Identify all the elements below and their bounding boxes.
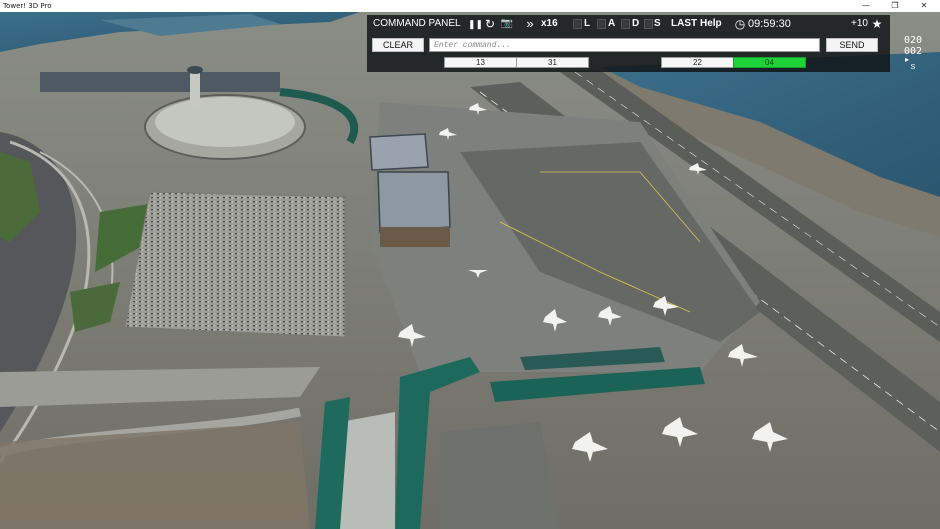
toggle-box-a[interactable] — [597, 19, 606, 29]
compass-south-label: S — [910, 64, 916, 71]
toggle-box-l[interactable] — [573, 19, 582, 29]
toggle-d-label[interactable]: D — [632, 15, 639, 33]
clear-button[interactable]: CLEAR — [372, 38, 424, 52]
heading-arrow-icon: ▸ — [905, 55, 910, 64]
send-button[interactable]: SEND — [826, 38, 878, 52]
restore-button[interactable]: ❐ — [880, 0, 910, 12]
speed-multiplier[interactable]: x16 — [541, 15, 558, 33]
runway-selector: 13 31 22 04 — [367, 57, 890, 69]
runway-22-button[interactable]: 22 — [661, 57, 734, 68]
fast-forward-icon[interactable]: » — [524, 15, 536, 33]
airport-3d-view[interactable] — [0, 12, 940, 529]
window-title: Tower! 3D Pro — [3, 2, 52, 10]
toggle-s-label[interactable]: S — [654, 15, 661, 33]
panel-title: COMMAND PANEL — [373, 18, 461, 29]
heading-compass: 020 002 ▸ S — [896, 32, 930, 76]
command-entry-row: CLEAR SEND — [367, 37, 890, 55]
close-button[interactable]: ✕ — [909, 0, 939, 12]
runway-04-button[interactable]: 04 — [733, 57, 806, 68]
toggle-box-d[interactable] — [621, 19, 630, 29]
minimize-button[interactable]: — — [851, 0, 881, 12]
heading-value-bottom: 002 — [903, 46, 923, 57]
refresh-icon[interactable]: ↻ — [483, 15, 497, 33]
toggle-box-s[interactable] — [644, 19, 653, 29]
runway-13-button[interactable]: 13 — [444, 57, 517, 68]
score-value: +10 — [851, 18, 868, 29]
last-button[interactable]: LAST — [671, 15, 697, 33]
heading-value-top: 020 — [903, 35, 923, 46]
star-icon: ★ — [871, 17, 883, 31]
airport-scene-graphic — [0, 12, 940, 529]
panel-toolbar: COMMAND PANEL ❚❚ ↻ 📷 » x16 L A D S LAST … — [367, 15, 890, 33]
command-panel: COMMAND PANEL ❚❚ ↻ 📷 » x16 L A D S LAST … — [367, 15, 890, 72]
runway-31-button[interactable]: 31 — [516, 57, 589, 68]
toggle-l-label[interactable]: L — [584, 15, 590, 33]
command-input[interactable] — [429, 38, 820, 52]
game-clock: 09:59:30 — [748, 18, 791, 30]
toggle-a-label[interactable]: A — [608, 15, 615, 33]
pause-icon[interactable]: ❚❚ — [468, 15, 483, 33]
help-button[interactable]: Help — [700, 15, 722, 33]
camera-icon[interactable]: 📷 — [499, 15, 515, 33]
clock-icon: ◷ — [734, 17, 746, 31]
